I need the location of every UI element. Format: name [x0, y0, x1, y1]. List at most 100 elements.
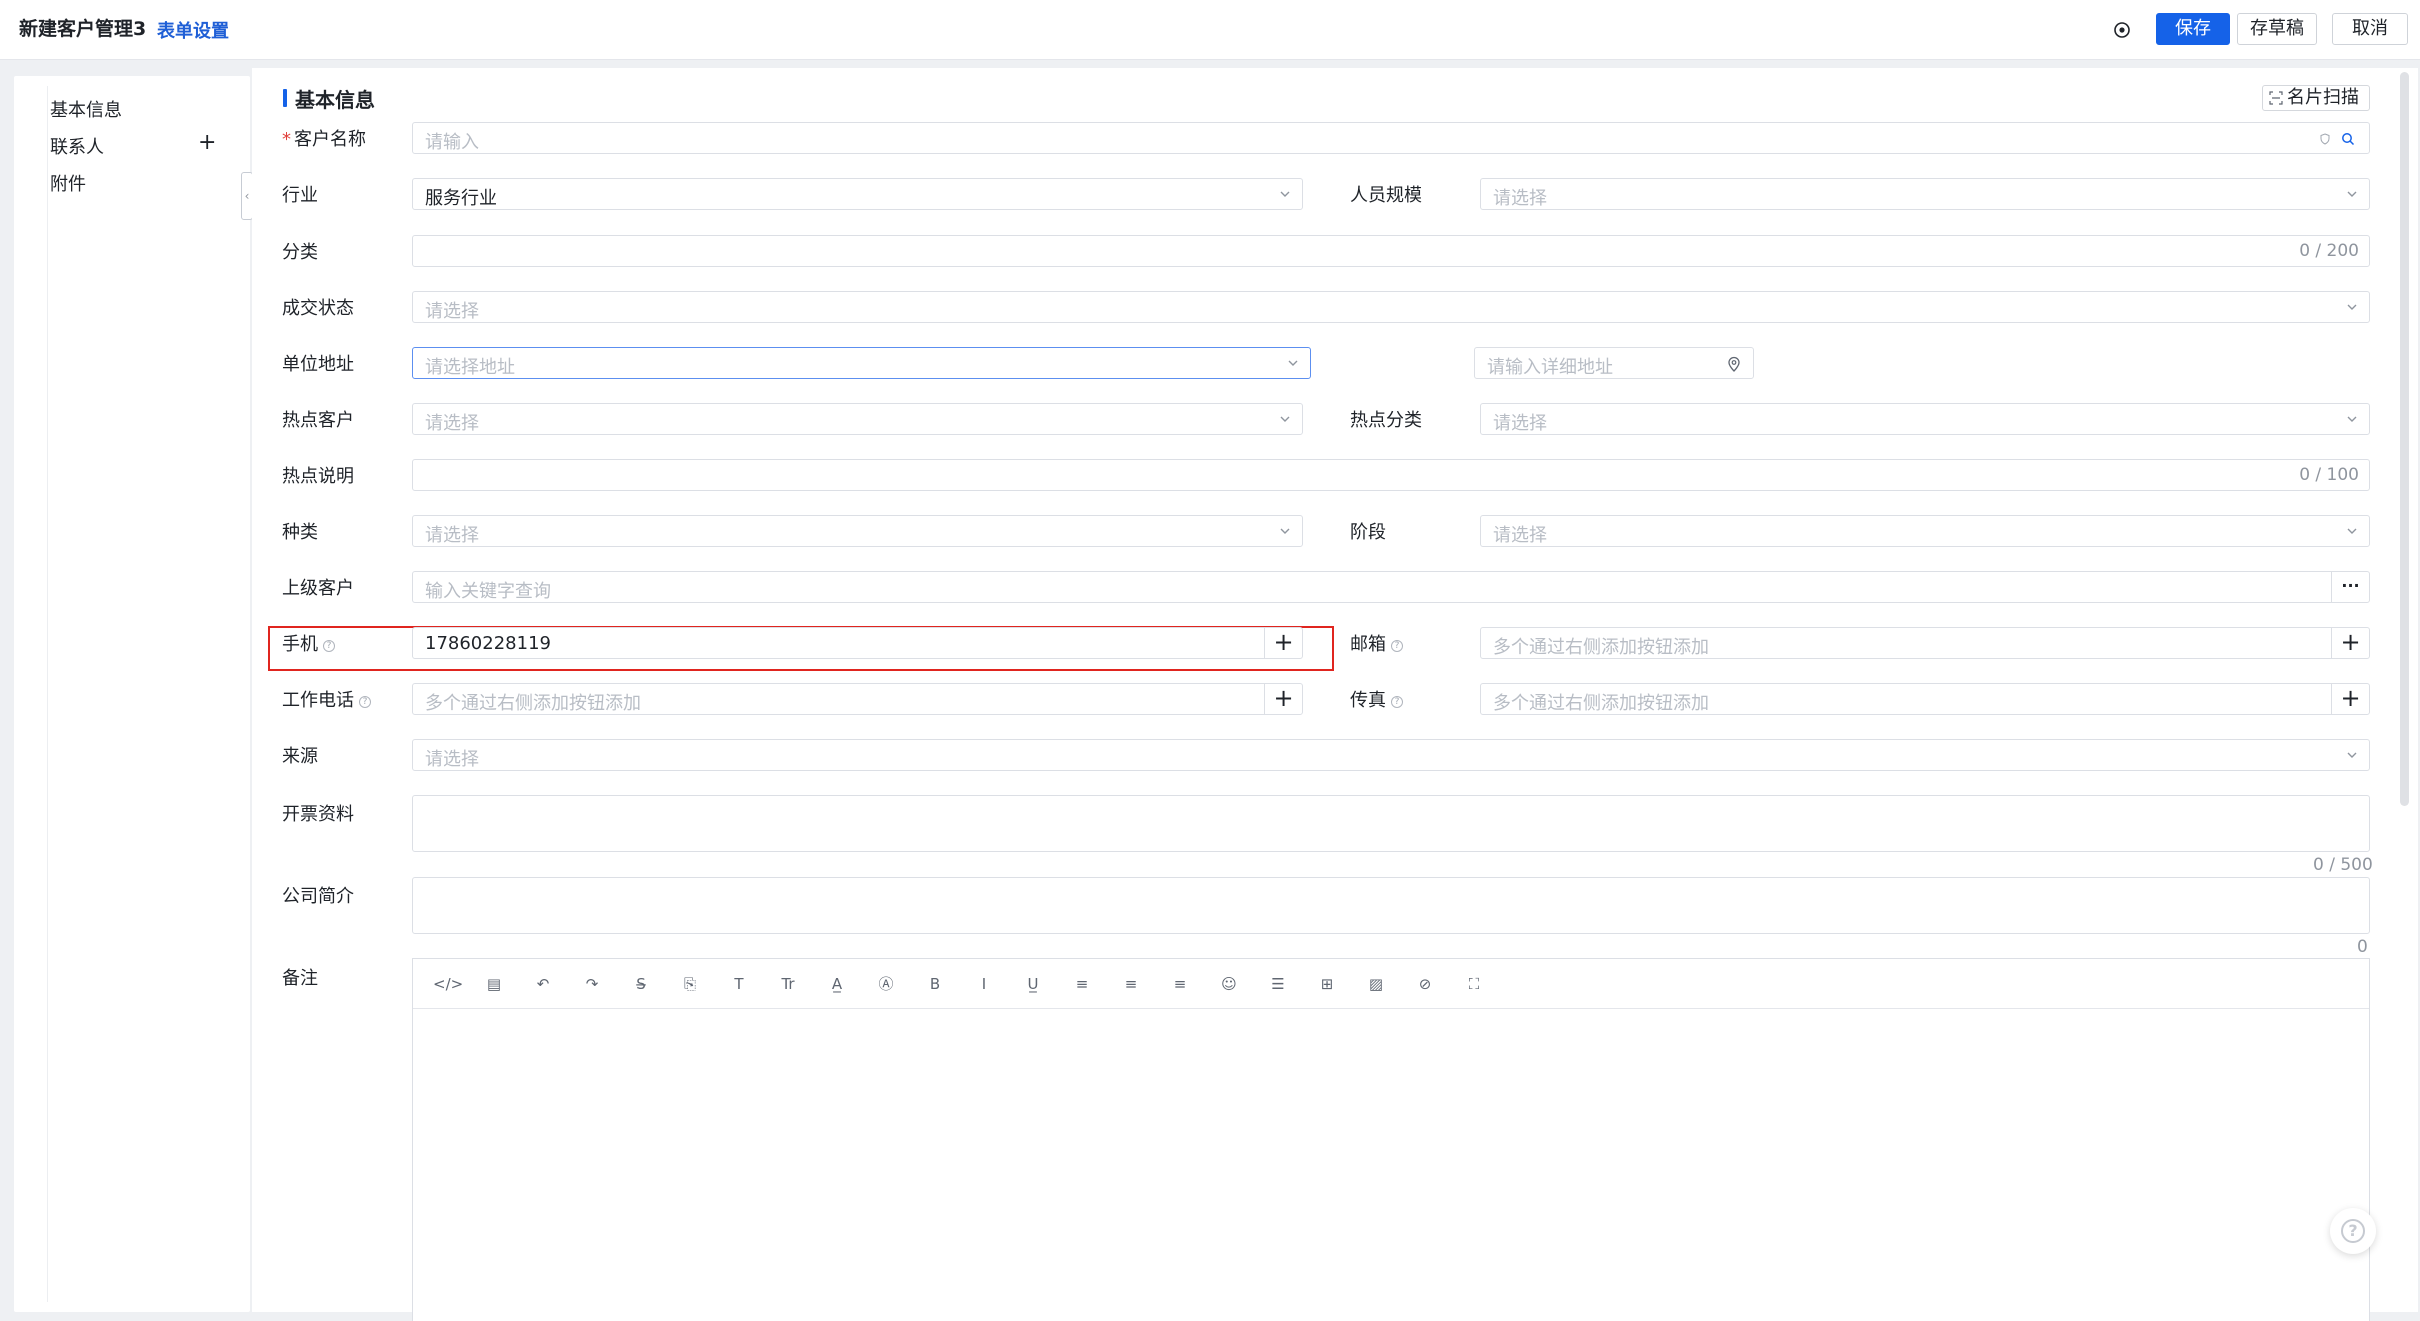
image-icon[interactable]: ▨	[1364, 972, 1388, 996]
help-float-button[interactable]: ?	[2330, 1208, 2376, 1254]
vertical-scrollbar[interactable]	[2400, 72, 2409, 806]
section-accent-bar	[283, 89, 287, 107]
business-card-scan-button[interactable]: 名片扫描	[2262, 85, 2370, 111]
kind-select[interactable]: 请选择	[412, 515, 1303, 547]
template-icon[interactable]: ▤	[482, 972, 506, 996]
underline-icon[interactable]: U̲	[1021, 972, 1045, 996]
hot-category-label: 热点分类	[1350, 410, 1422, 431]
address-detail-input[interactable]: 请输入详细地址	[1474, 347, 1754, 379]
company-intro-textarea[interactable]	[412, 877, 2370, 934]
align-right-icon[interactable]: ≡	[1168, 972, 1192, 996]
font-color-icon[interactable]: A̲	[825, 972, 849, 996]
italic-icon[interactable]: I	[972, 972, 996, 996]
fax-placeholder: 多个通过右侧添加按钮添加	[1493, 693, 1709, 714]
text-style-icon[interactable]: Tr	[776, 972, 800, 996]
deal-status-select[interactable]: 请选择	[412, 291, 2370, 323]
strikethrough-icon[interactable]: S̶	[629, 972, 653, 996]
add-fax-button[interactable]: +	[2331, 684, 2369, 714]
staff-size-select[interactable]: 请选择	[1480, 178, 2370, 210]
add-mobile-button[interactable]: +	[1264, 628, 1302, 658]
invoice-info-textarea[interactable]	[412, 795, 2370, 852]
emoji-icon[interactable]: ☺	[1217, 972, 1241, 996]
help-icon[interactable]: ?	[1391, 696, 1403, 708]
nav-item-attachments[interactable]: 附件	[50, 170, 86, 196]
mobile-label: 手机?	[282, 630, 335, 656]
bold-icon[interactable]: B	[923, 972, 947, 996]
stage-placeholder: 请选择	[1493, 525, 1547, 546]
hot-customer-label: 热点客户	[282, 410, 354, 431]
chevron-down-icon	[1280, 416, 1290, 422]
hot-category-select[interactable]: 请选择	[1480, 403, 2370, 435]
customer-name-label-text: 客户名称	[294, 129, 366, 150]
chevron-down-icon	[1280, 528, 1290, 534]
undo-icon[interactable]: ↶	[531, 972, 555, 996]
clear-format-icon[interactable]: ⎘	[678, 972, 702, 996]
mobile-value: 17860228119	[425, 633, 551, 654]
nav-divider	[47, 86, 48, 1302]
align-center-icon[interactable]: ≡	[1119, 972, 1143, 996]
chevron-down-icon	[2347, 416, 2357, 422]
customer-name-placeholder: 请输入	[425, 132, 479, 153]
section-nav: 基本信息 联系人 + 附件	[14, 76, 250, 1312]
stage-select[interactable]: 请选择	[1480, 515, 2370, 547]
customer-name-input[interactable]: 请输入	[412, 122, 2370, 154]
stage-label: 阶段	[1350, 522, 1386, 543]
form-settings-link[interactable]: 表单设置	[157, 17, 229, 43]
address-select[interactable]: 请选择地址	[412, 347, 1311, 379]
source-select[interactable]: 请选择	[412, 739, 2370, 771]
location-pin-icon[interactable]	[1727, 356, 1741, 372]
search-icon[interactable]	[2341, 132, 2355, 146]
hot-customer-select[interactable]: 请选择	[412, 403, 1303, 435]
code-view-icon[interactable]: </>	[433, 972, 463, 996]
address-label: 单位地址	[282, 354, 354, 375]
nav-item-basic-info[interactable]: 基本信息	[50, 96, 122, 122]
parent-customer-placeholder: 输入关键字查询	[425, 581, 551, 602]
chevron-down-icon	[2347, 304, 2357, 310]
source-label: 来源	[282, 746, 318, 767]
fax-input[interactable]: 多个通过右侧添加按钮添加 +	[1480, 683, 2370, 715]
align-left-icon[interactable]: ≡	[1070, 972, 1094, 996]
help-icon[interactable]: ?	[1391, 640, 1403, 652]
industry-select[interactable]: 服务行业	[412, 178, 1303, 210]
nav-item-contacts[interactable]: 联系人	[50, 133, 104, 159]
attachment-icon[interactable]: ⊘	[1413, 972, 1437, 996]
shield-icon[interactable]	[2319, 133, 2331, 145]
table-icon[interactable]: ⊞	[1315, 972, 1339, 996]
cancel-button[interactable]: 取消	[2332, 13, 2408, 45]
chevron-down-icon	[1280, 191, 1290, 197]
mobile-input[interactable]: 17860228119 +	[412, 627, 1303, 659]
fax-label-text: 传真	[1350, 690, 1386, 711]
category-label: 分类	[282, 242, 318, 263]
font-size-icon[interactable]: T	[727, 972, 751, 996]
add-contact-icon[interactable]: +	[198, 132, 216, 154]
staff-size-label: 人员规模	[1350, 185, 1422, 206]
hot-note-input[interactable]: 0 / 100	[412, 459, 2370, 491]
chevron-down-icon	[2347, 752, 2357, 758]
hot-note-label: 热点说明	[282, 466, 354, 487]
kind-label: 种类	[282, 522, 318, 543]
company-intro-char-count: 0	[2357, 937, 2368, 957]
company-intro-label: 公司简介	[282, 886, 354, 907]
gear-icon[interactable]	[2111, 19, 2133, 41]
help-icon[interactable]: ?	[359, 696, 371, 708]
save-button[interactable]: 保存	[2156, 13, 2230, 45]
work-phone-input[interactable]: 多个通过右侧添加按钮添加 +	[412, 683, 1303, 715]
remarks-rich-text-editor[interactable]: </> ▤ ↶ ↷ S̶ ⎘ T Tr A̲ Ⓐ B I U̲ ≡ ≡ ≡ ☺ ☰ ⊞ ▨ ⊘ ⛶	[412, 958, 2370, 1321]
fullscreen-icon[interactable]: ⛶	[1462, 972, 1486, 996]
more-options-button[interactable]: ···	[2331, 572, 2369, 602]
help-icon[interactable]: ?	[323, 640, 335, 652]
industry-label: 行业	[282, 185, 318, 206]
editor-toolbar: </> ▤ ↶ ↷ S̶ ⎘ T Tr A̲ Ⓐ B I U̲ ≡ ≡ ≡ ☺ ☰ ⊞ ▨ ⊘ ⛶	[413, 959, 2369, 1009]
background-color-icon[interactable]: Ⓐ	[874, 972, 898, 996]
redo-icon[interactable]: ↷	[580, 972, 604, 996]
email-input[interactable]: 多个通过右侧添加按钮添加 +	[1480, 627, 2370, 659]
category-input[interactable]: 0 / 200	[412, 235, 2370, 267]
add-email-button[interactable]: +	[2331, 628, 2369, 658]
scan-button-label: 名片扫描	[2287, 87, 2359, 108]
remarks-label: 备注	[282, 968, 318, 989]
horizontal-rule-icon[interactable]: ☰	[1266, 972, 1290, 996]
page-title: 新建客户管理3	[19, 18, 147, 40]
save-draft-button[interactable]: 存草稿	[2237, 13, 2317, 45]
parent-customer-input[interactable]: 输入关键字查询 ···	[412, 571, 2370, 603]
add-work-phone-button[interactable]: +	[1264, 684, 1302, 714]
